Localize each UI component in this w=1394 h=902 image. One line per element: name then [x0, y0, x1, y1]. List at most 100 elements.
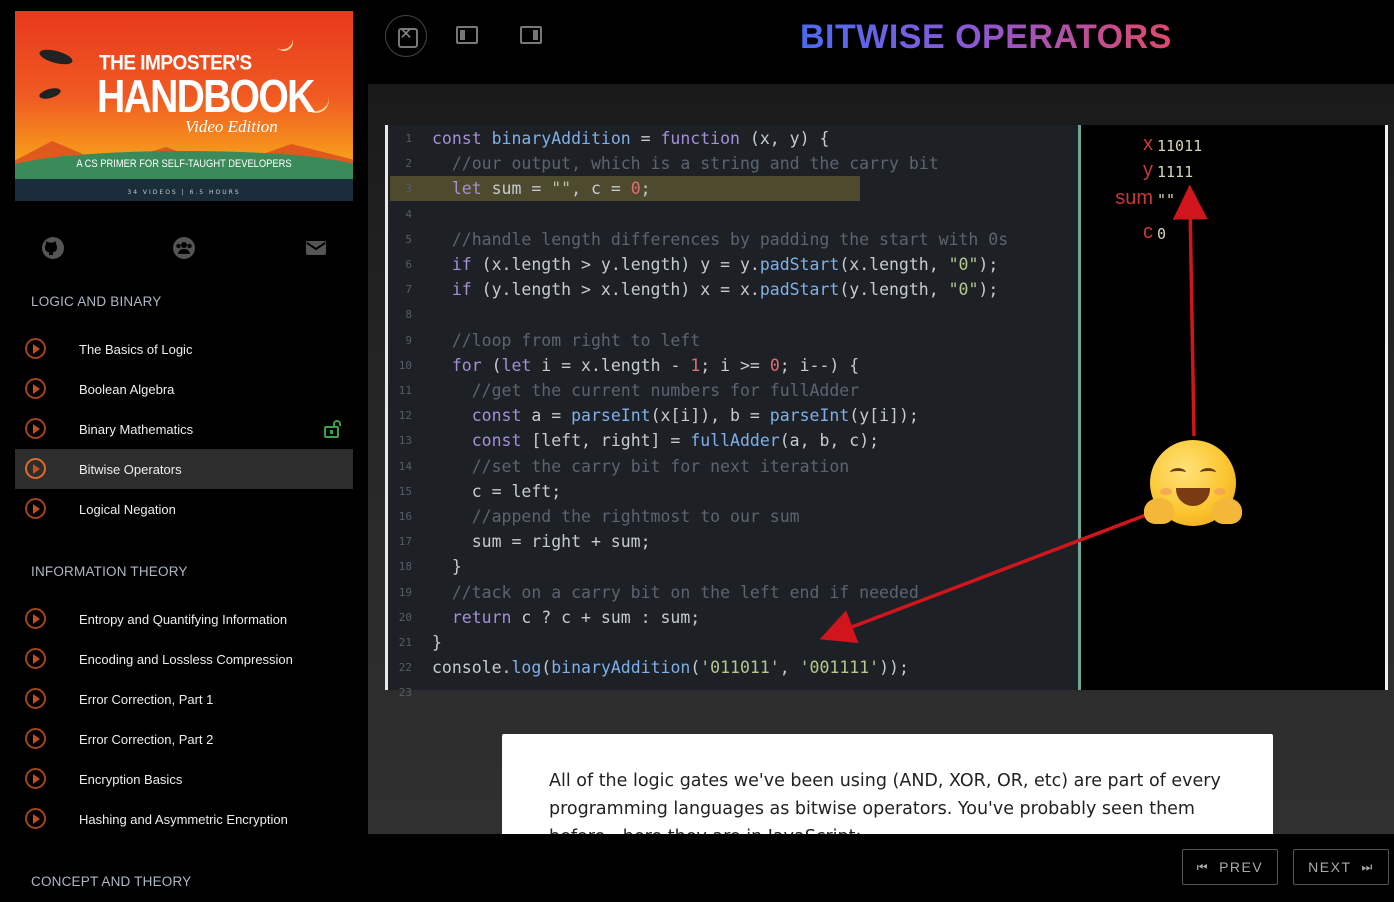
code-text: const binaryAddition = function (x, y) { [432, 129, 830, 148]
page-title: BITWISE OPERATORS [800, 18, 1172, 56]
variable-value: "" [1157, 191, 1176, 209]
line-number: 8 [405, 308, 412, 322]
code-line: 18 } [388, 554, 1078, 579]
play-icon [25, 498, 46, 519]
next-label: NEXT [1308, 859, 1352, 875]
cover-subtitle: A CS PRIMER FOR SELF-TAUGHT DEVELOPERS [76, 158, 292, 170]
variable-name: x [1143, 133, 1153, 155]
code-line: 16 //append the rightmost to our sum [388, 504, 1078, 529]
line-number: 13 [398, 434, 412, 448]
code-line: 6 if (x.length > y.length) y = y.padStar… [388, 252, 1078, 277]
code-text: for (let i = x.length - 1; i >= 0; i--) … [451, 355, 860, 375]
play-icon [25, 808, 46, 829]
lesson-label: Error Correction, Part 1 [79, 691, 214, 707]
lesson-item[interactable]: Encoding and Lossless Compression [15, 639, 353, 679]
mail-icon[interactable] [304, 236, 328, 260]
top-bar: ✕ BITWISE OPERATORS [368, 0, 1394, 84]
lesson-item[interactable]: Hashing and Asymmetric Encryption [15, 799, 353, 839]
play-icon [25, 768, 46, 789]
code-line: 21} [388, 630, 1078, 655]
line-number: 20 [398, 610, 412, 624]
code-line: 19 //tack on a carry bit on the left end… [388, 580, 1078, 605]
code-text: c = left; [432, 481, 562, 501]
github-icon[interactable] [41, 236, 65, 260]
lesson-item[interactable]: Error Correction, Part 1 [15, 679, 353, 719]
line-number: 1 [405, 132, 412, 145]
variable-row: sum "" [1081, 187, 1381, 213]
code-line: 8 [388, 302, 1078, 327]
lesson-item[interactable]: Error Correction, Part 2 [15, 719, 353, 759]
play-icon [25, 648, 46, 669]
line-number: 15 [398, 484, 412, 498]
line-number: 17 [398, 535, 412, 549]
lesson-item-active[interactable]: Bitwise Operators [15, 449, 353, 489]
code-editor: 1 const binaryAddition = function (x, y) … [385, 125, 1081, 699]
lesson-item[interactable]: Boolean Algebra [15, 369, 353, 409]
line-number: 16 [398, 510, 412, 523]
lesson-item[interactable]: Entropy and Quantifying Information [15, 599, 353, 639]
code-text: //get the current numbers for fullAdder [471, 381, 860, 400]
code-line: 20 return c ? c + sum : sum; [388, 605, 1078, 630]
line-number: 9 [405, 333, 412, 347]
next-button[interactable]: NEXT ⏭ [1293, 849, 1389, 885]
lesson-label: Boolean Algebra [79, 381, 175, 397]
community-icon[interactable] [172, 236, 196, 260]
code-text: //set the carry bit for next iteration [471, 456, 850, 476]
close-icon: ✕ [399, 24, 413, 43]
code-text: if (x.length > y.length) y = y.padStart(… [451, 255, 999, 274]
hugging-face-emoji-icon [1144, 440, 1242, 526]
variable-row: x 11011 [1081, 133, 1381, 159]
bottom-bar: ⏮ PREV NEXT ⏭ [368, 834, 1394, 902]
lesson-label: Error Correction, Part 2 [79, 731, 214, 747]
line-number: 22 [398, 661, 412, 675]
variable-row: y 1111 [1081, 159, 1381, 185]
line-number: 3 [405, 182, 412, 196]
line-number: 4 [405, 207, 412, 221]
spaceship-icon [38, 86, 62, 101]
lesson-label: Entropy and Quantifying Information [79, 611, 288, 627]
play-icon [25, 418, 46, 439]
code-text: //handle length differences by padding t… [451, 229, 1009, 249]
play-icon [25, 688, 46, 709]
code-line: 5 //handle length differences by padding… [388, 227, 1078, 252]
line-number: 12 [398, 409, 412, 423]
lesson-item[interactable]: Binary Mathematics [15, 409, 353, 449]
lesson-text: All of the logic gates we've been using … [549, 771, 1221, 834]
code-line: 22 console.log(binaryAddition('011011', '… [388, 655, 1078, 680]
skip-back-icon: ⏮ [1196, 859, 1210, 874]
lesson-label: Bitwise Operators [79, 461, 182, 477]
play-icon [25, 728, 46, 749]
code-text: } [432, 557, 462, 577]
lesson-item[interactable]: Logical Negation [15, 489, 353, 529]
prev-button[interactable]: ⏮ PREV [1182, 849, 1278, 885]
line-number: 23 [398, 686, 412, 700]
code-line: 4 [388, 202, 1078, 227]
code-line: 12 const a = parseInt(x[i]), b = parseIn… [388, 403, 1078, 428]
variable-value: 1111 [1157, 163, 1194, 181]
lesson-label: Encryption Basics [79, 771, 183, 787]
section-title: LOGIC AND BINARY [31, 294, 162, 309]
line-number: 7 [405, 283, 412, 297]
variable-value: 11011 [1157, 137, 1203, 155]
section-title: CONCEPT AND THEORY [31, 874, 192, 889]
code-line: 10 for (let i = x.length - 1; i >= 0; i-… [388, 353, 1078, 378]
lesson-label: The Basics of Logic [79, 341, 193, 357]
lesson-label: Binary Mathematics [79, 421, 194, 437]
variable-value: 0 [1157, 225, 1167, 243]
code-line: 15 c = left; [388, 479, 1078, 504]
lesson-stage: 1 const binaryAddition = function (x, y) … [368, 84, 1394, 834]
code-text: //our output, which is a string and the … [451, 154, 939, 174]
line-number: 6 [405, 258, 412, 271]
play-icon [25, 458, 46, 479]
lesson-label: Encoding and Lossless Compression [79, 651, 293, 667]
lesson-item[interactable]: The Basics of Logic [15, 329, 353, 369]
toggle-right-panel-button[interactable] [520, 16, 562, 56]
cover-title-edition: Video Edition [185, 117, 278, 136]
left-panel-icon [456, 26, 478, 44]
lesson-item[interactable]: Encryption Basics [15, 759, 353, 799]
code-line: 23 [388, 680, 1078, 705]
close-button[interactable]: ✕ [385, 15, 427, 57]
code-text: //tack on a carry bit on the left end if… [451, 582, 919, 602]
toggle-left-panel-button[interactable] [456, 16, 498, 56]
course-cover-image[interactable]: THE IMPOSTER'S HANDBOOK Video Edition A … [15, 11, 353, 201]
